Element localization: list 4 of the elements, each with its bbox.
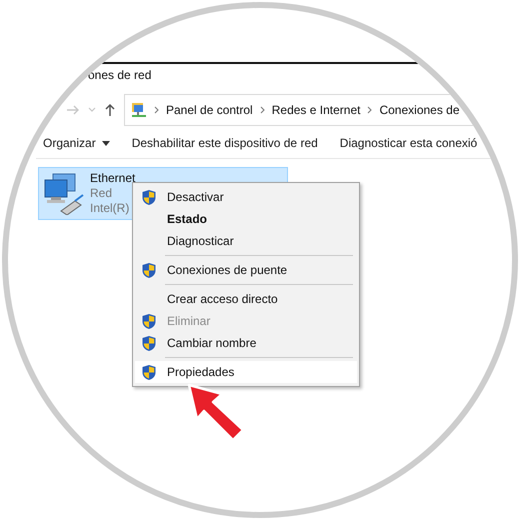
connection-name: Ethernet (90, 171, 136, 186)
adapter-name: Intel(R) (90, 201, 130, 216)
window-title: ones de red (88, 68, 152, 82)
network-name: Red (90, 186, 114, 201)
